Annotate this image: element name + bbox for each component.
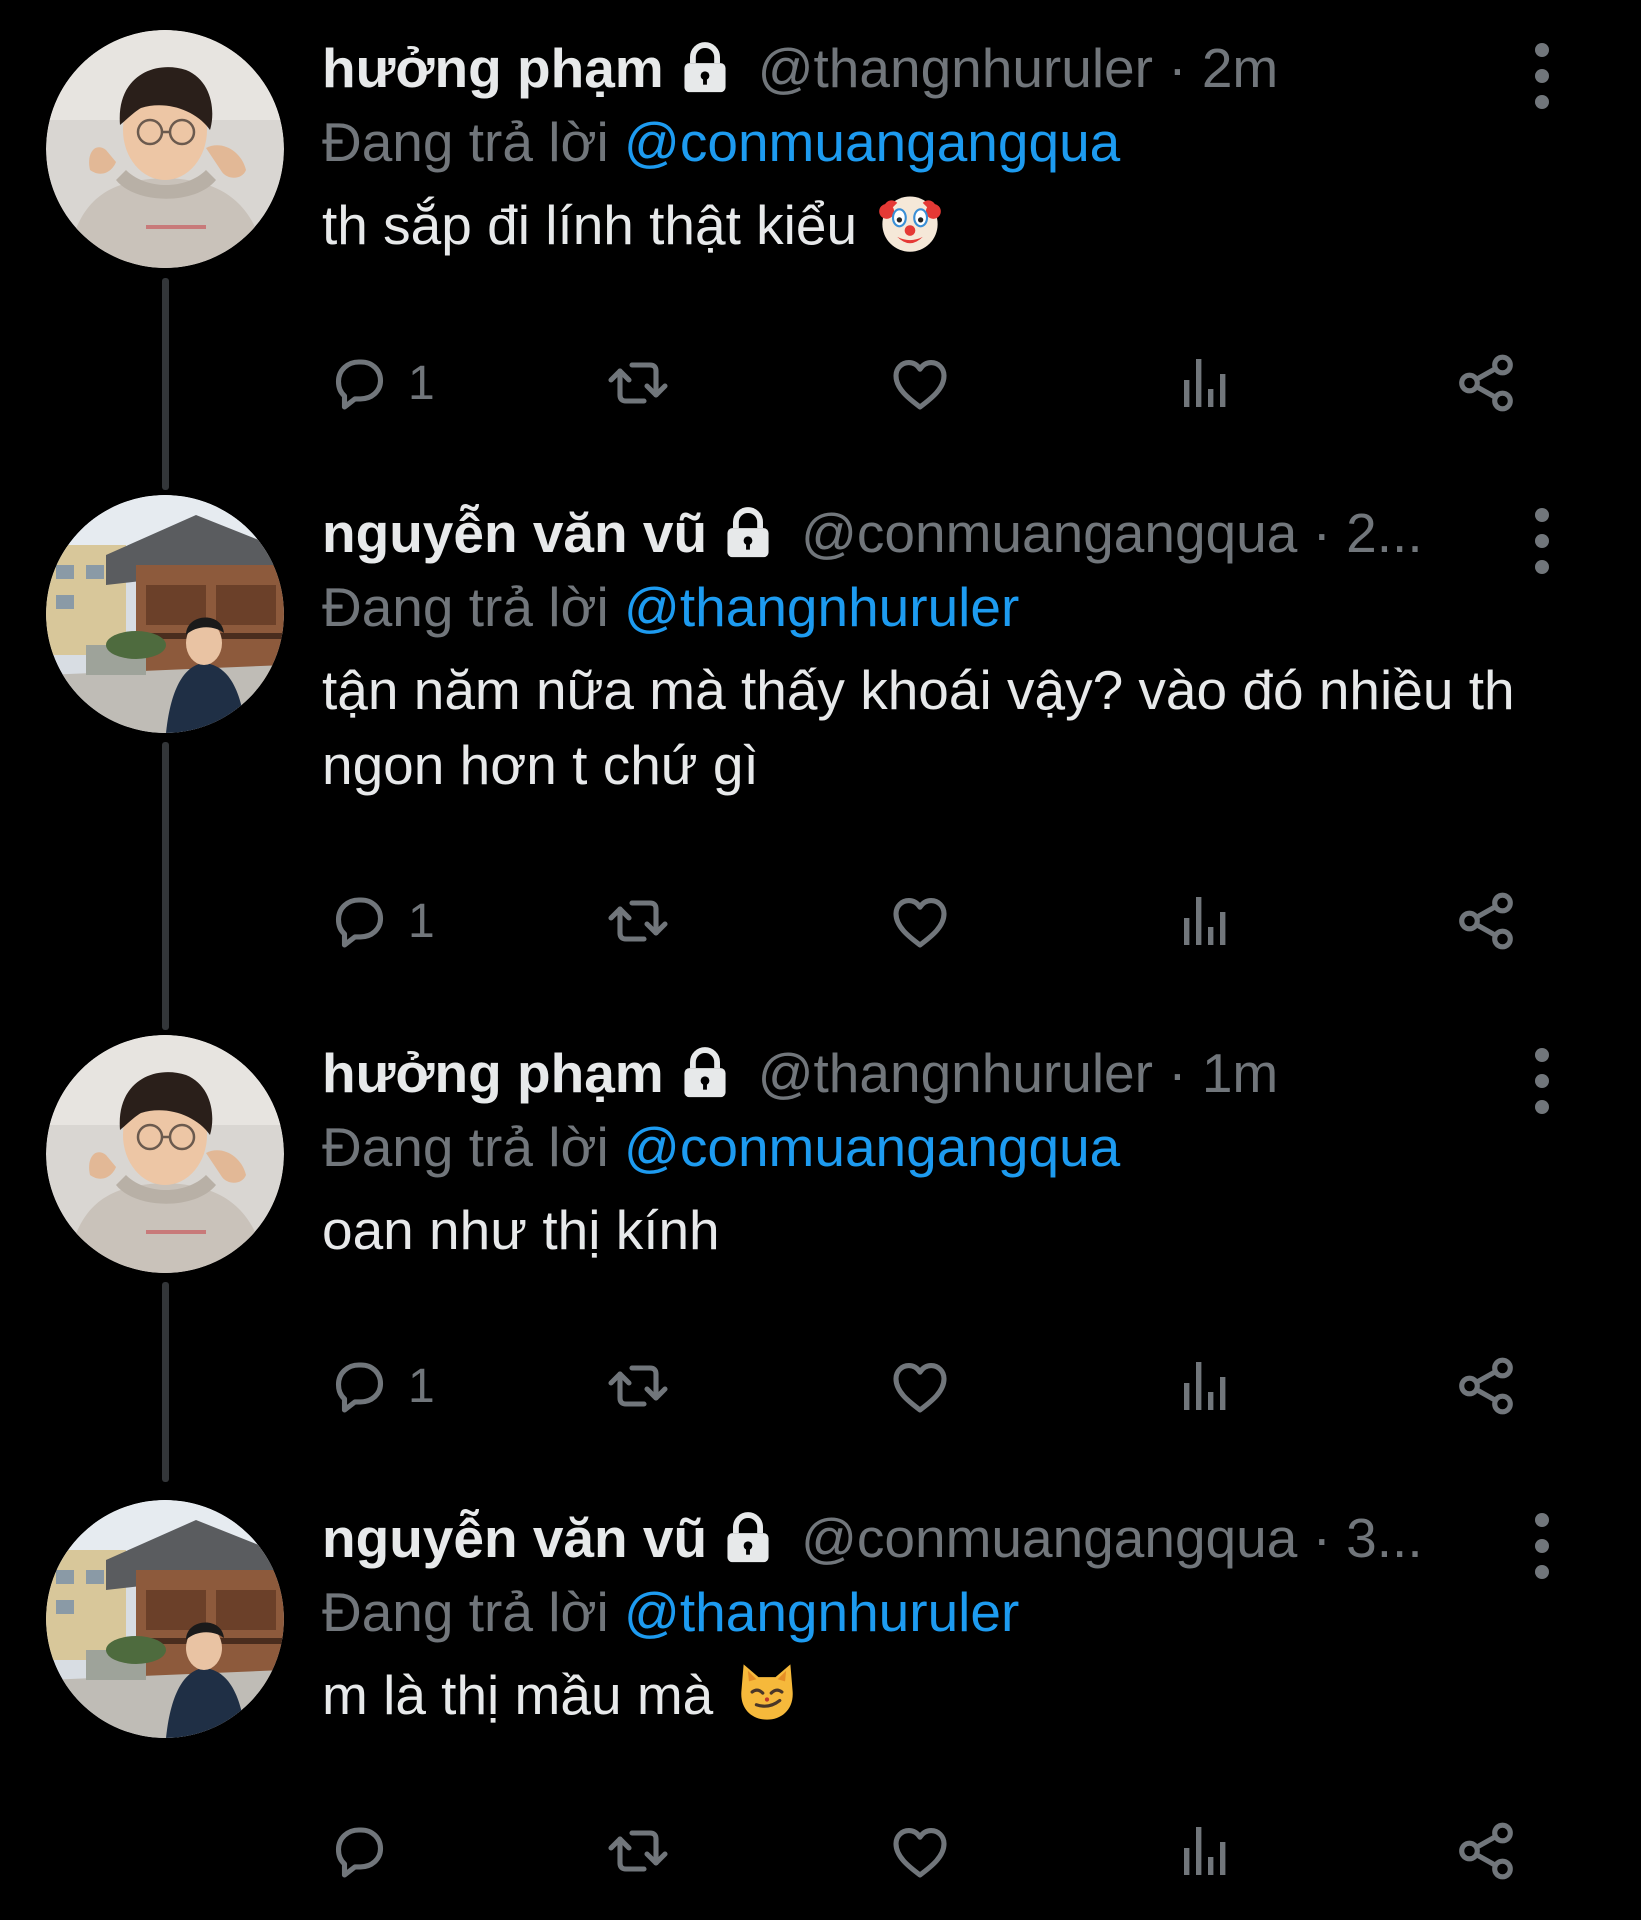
reply-button[interactable]: 1 — [322, 343, 435, 423]
retweet-icon — [602, 885, 674, 957]
tweet-text-content: m là thị mầu mà — [322, 1664, 714, 1726]
tweet-actions: 1 — [322, 343, 1582, 423]
retweet-button[interactable] — [602, 1811, 674, 1891]
avatar-street-houses — [46, 1500, 284, 1738]
lock-icon — [717, 504, 779, 562]
lock-icon — [674, 1044, 736, 1102]
replying-to: Đang trả lời @thangnhuruler — [322, 1576, 1562, 1648]
reply-button[interactable] — [322, 1811, 408, 1891]
share-icon — [1450, 1815, 1522, 1887]
tweet-actions: 1 — [322, 881, 1582, 961]
author-name[interactable]: hưởng phạm — [322, 30, 664, 106]
lock-icon — [674, 39, 736, 97]
thread-line — [162, 278, 169, 490]
analytics-icon — [1166, 347, 1238, 419]
handle-and-time[interactable]: @thangnhuruler · 2m — [758, 30, 1279, 106]
like-button[interactable] — [884, 1346, 956, 1426]
views-button[interactable] — [1166, 1811, 1238, 1891]
reply-bubble-icon — [322, 885, 394, 957]
handle-and-time[interactable]: @conmuangangqua · 2... — [801, 495, 1423, 571]
mention-link[interactable]: @conmuangangqua — [624, 1116, 1120, 1178]
reply-count: 1 — [408, 1359, 435, 1413]
retweet-icon — [602, 347, 674, 419]
reply-bubble-icon — [322, 347, 394, 419]
avatar[interactable] — [46, 1035, 284, 1273]
analytics-icon — [1166, 1350, 1238, 1422]
smirking-cat-emoji-icon — [733, 1658, 801, 1726]
reply-bubble-icon — [322, 1815, 394, 1887]
share-button[interactable] — [1450, 881, 1522, 961]
author-name[interactable]: nguyễn văn vũ — [322, 495, 707, 571]
avatar[interactable] — [46, 1500, 284, 1738]
replying-prefix: Đang trả lời — [322, 111, 609, 173]
replying-to: Đang trả lời @conmuangangqua — [322, 1111, 1562, 1183]
author-name[interactable]: hưởng phạm — [322, 1035, 664, 1111]
tweet-text-content: oan như thị kính — [322, 1199, 720, 1261]
avatar-street-houses — [46, 495, 284, 733]
mention-link[interactable]: @conmuangangqua — [624, 111, 1120, 173]
heart-icon — [884, 1815, 956, 1887]
tweet-text: m là thị mầu mà — [322, 1658, 1562, 1733]
share-button[interactable] — [1450, 1811, 1522, 1891]
heart-icon — [884, 347, 956, 419]
tweet-text-content: th sắp đi lính thật kiểu — [322, 194, 858, 256]
retweet-button[interactable] — [602, 881, 674, 961]
author-name[interactable]: nguyễn văn vũ — [322, 1500, 707, 1576]
share-button[interactable] — [1450, 1346, 1522, 1426]
retweet-button[interactable] — [602, 343, 674, 423]
heart-icon — [884, 1350, 956, 1422]
heart-icon — [884, 885, 956, 957]
replying-prefix: Đang trả lời — [322, 576, 609, 638]
reply-button[interactable]: 1 — [322, 1346, 435, 1426]
tweet-actions — [322, 1811, 1582, 1891]
tweet-actions: 1 — [322, 1346, 1582, 1426]
mention-link[interactable]: @thangnhuruler — [624, 576, 1019, 638]
tweet-text: tận năm nữa mà thấy khoái vậy? vào đó nh… — [322, 653, 1562, 803]
analytics-icon — [1166, 885, 1238, 957]
lock-icon — [717, 1509, 779, 1567]
retweet-button[interactable] — [602, 1346, 674, 1426]
reply-bubble-icon — [322, 1350, 394, 1422]
avatar[interactable] — [46, 30, 284, 268]
handle-and-time[interactable]: @thangnhuruler · 1m — [758, 1035, 1279, 1111]
reply-button[interactable]: 1 — [322, 881, 435, 961]
share-icon — [1450, 1350, 1522, 1422]
share-icon — [1450, 885, 1522, 957]
thread-line — [162, 742, 169, 1030]
replying-to: Đang trả lời @conmuangangqua — [322, 106, 1562, 178]
avatar-boy-hoodie — [46, 1035, 284, 1273]
handle-and-time[interactable]: @conmuangangqua · 3... — [801, 1500, 1423, 1576]
tweet-text: oan như thị kính — [322, 1193, 1562, 1268]
views-button[interactable] — [1166, 881, 1238, 961]
reply-count: 1 — [408, 356, 435, 410]
like-button[interactable] — [884, 881, 956, 961]
mention-link[interactable]: @thangnhuruler — [624, 1581, 1019, 1643]
like-button[interactable] — [884, 343, 956, 423]
share-button[interactable] — [1450, 343, 1522, 423]
views-button[interactable] — [1166, 343, 1238, 423]
reply-count: 1 — [408, 894, 435, 948]
avatar[interactable] — [46, 495, 284, 733]
tweet-text-content: tận năm nữa mà thấy khoái vậy? vào đó nh… — [322, 659, 1515, 796]
tweet-text: th sắp đi lính thật kiểu — [322, 188, 1562, 263]
thread-line — [162, 1282, 169, 1482]
clown-face-emoji-icon — [876, 188, 944, 256]
retweet-icon — [602, 1815, 674, 1887]
avatar-boy-hoodie — [46, 30, 284, 268]
replying-prefix: Đang trả lời — [322, 1116, 609, 1178]
retweet-icon — [602, 1350, 674, 1422]
replying-prefix: Đang trả lời — [322, 1581, 609, 1643]
like-button[interactable] — [884, 1811, 956, 1891]
views-button[interactable] — [1166, 1346, 1238, 1426]
replying-to: Đang trả lời @thangnhuruler — [322, 571, 1562, 643]
share-icon — [1450, 347, 1522, 419]
analytics-icon — [1166, 1815, 1238, 1887]
